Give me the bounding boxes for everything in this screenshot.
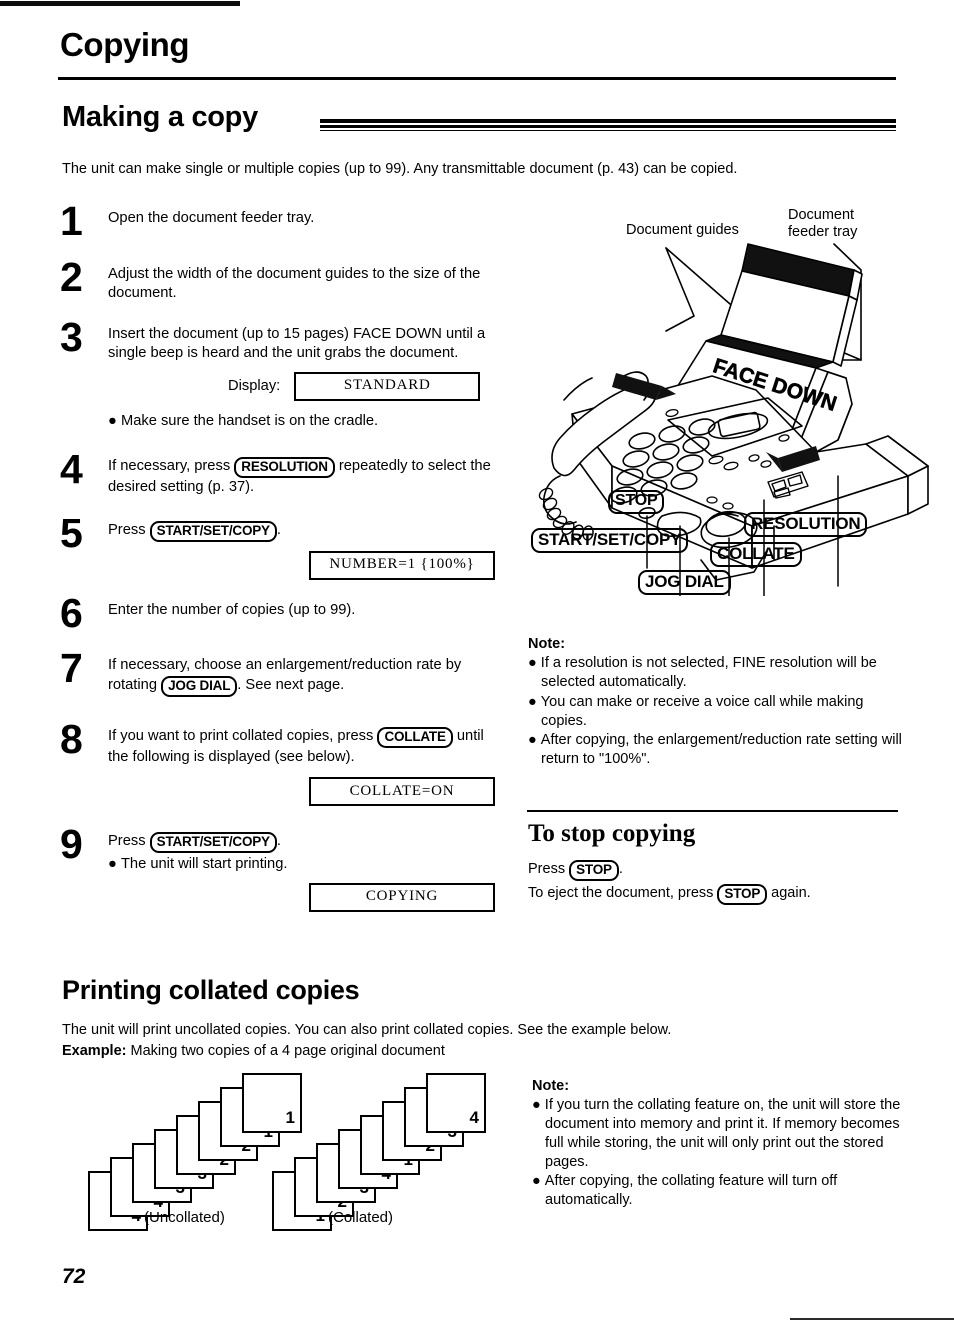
stop-copying-line-2: To eject the document, press STOP again. <box>528 883 908 905</box>
key-resolution[interactable]: RESOLUTION <box>234 457 335 479</box>
step-bullet: ● Make sure the handset is on the cradle… <box>108 412 379 429</box>
manual-page: Copying Making a copy The unit can make … <box>0 0 954 1322</box>
note-item-text: After copying, the enlargement/reduction… <box>540 732 902 768</box>
step-text-pre: If necessary, press <box>108 458 231 475</box>
collated-paragraph: The unit will print uncollated copies. Y… <box>62 1022 672 1038</box>
step-2: 2 Adjust the width of the document guide… <box>60 253 510 304</box>
lcd-display: COPYING <box>309 882 495 912</box>
note-item: ● After copying, the enlargement/reducti… <box>528 732 902 768</box>
key-jog-dial[interactable]: JOG DIAL <box>161 675 238 697</box>
step-number: 2 <box>60 253 83 300</box>
scan-artifact-bottom-rule <box>790 1318 954 1320</box>
stack-caption: (Uncollated) <box>144 1209 225 1226</box>
stack-uncollated: 4 4 3 3 2 2 1 1 (Uncollated) <box>88 1073 302 1231</box>
step-text: Adjust the width of the document guides … <box>108 265 481 302</box>
callout-key-stop[interactable]: STOP <box>608 490 665 514</box>
note-item-text: After copying, the collating feature wil… <box>544 1173 838 1209</box>
callout-key-collate[interactable]: COLLATE <box>710 542 802 568</box>
note-title: Note: <box>532 1078 570 1094</box>
lcd-display: NUMBER=1 {100%} <box>309 550 495 580</box>
step-9: 9 Press START/SET/COPY. ● The unit will … <box>60 821 510 912</box>
display-row: Display: STANDARD <box>108 371 508 401</box>
step-3: 3 Insert the document (up to 15 pages) F… <box>60 313 510 432</box>
stop-copying-body: Press STOP. To eject the document, press… <box>528 860 908 905</box>
stop-copying-heading: To stop copying <box>528 820 696 847</box>
chapter-title: Copying <box>60 26 190 63</box>
stop-copying-line2-post: again. <box>771 884 811 901</box>
display-label: Display: <box>228 377 281 394</box>
note-item: ● If you turn the collating feature on, … <box>532 1097 901 1170</box>
stack-sheet: 4 <box>426 1073 486 1133</box>
step-5: 5 Press START/SET/COPY. NUMBER=1 {100%} <box>60 509 510 580</box>
lcd-display: STANDARD <box>294 371 481 401</box>
step-8: 8 If you want to print collated copies, … <box>60 715 510 807</box>
key-stop[interactable]: STOP <box>569 860 619 881</box>
steps-list: 1 Open the document feeder tray. 2 Adjus… <box>60 198 510 912</box>
step-number: 5 <box>60 509 83 556</box>
note-item-text: If you turn the collating feature on, th… <box>544 1097 901 1170</box>
stack-caption: (Collated) <box>328 1209 394 1226</box>
stop-copying-line2-pre: To eject the document, press <box>528 884 714 901</box>
intro-paragraph: The unit can make single or multiple cop… <box>62 161 738 177</box>
step-bullet: ● The unit will start printing. <box>108 856 288 873</box>
step-number: 4 <box>60 446 83 493</box>
note-item-text: You can make or receive a voice call whi… <box>540 693 864 729</box>
callout-key-start-set-copy[interactable]: START/SET/COPY <box>531 528 689 554</box>
note-title: Note: <box>528 636 566 652</box>
step-text-pre: If you want to print collated copies, pr… <box>108 727 374 744</box>
step-1: 1 Open the document feeder tray. <box>60 198 510 244</box>
stop-copying-line-1: Press STOP. <box>528 860 908 881</box>
lcd-display: COLLATE=ON <box>309 777 495 807</box>
note-item: ● If a resolution is not selected, FINE … <box>528 655 877 690</box>
step-text-post: . <box>276 833 281 850</box>
step-text: Insert the document (up to 15 pages) FAC… <box>108 325 486 362</box>
step-text: Open the document feeder tray. <box>108 210 315 226</box>
step-bullet-text: Make sure the handset is on the cradle. <box>120 412 379 429</box>
key-collate[interactable]: COLLATE <box>377 726 453 748</box>
step-text-post: . See next page. <box>237 676 345 693</box>
callout-key-resolution[interactable]: RESOLUTION <box>744 512 868 538</box>
note-item: ● After copying, the collating feature w… <box>532 1173 838 1209</box>
step-bullet-text: The unit will start printing. <box>120 856 288 873</box>
step-number: 6 <box>60 589 83 636</box>
stack-collated: 1 2 3 4 1 2 3 4 (Collated) <box>272 1073 486 1231</box>
note-copying: Note: ● If a resolution is not selected,… <box>528 636 906 769</box>
scan-artifact-top-bar <box>0 1 240 6</box>
callout-key-jog-dial[interactable]: JOG DIAL <box>638 570 731 596</box>
step-text-pre: Press <box>108 521 146 538</box>
step-7: 7 If necessary, choose an enlargement/re… <box>60 645 510 697</box>
step-number: 3 <box>60 313 83 360</box>
step-number: 9 <box>60 821 83 868</box>
page-number: 72 <box>62 1265 86 1288</box>
step-4: 4 If necessary, press RESOLUTION repeate… <box>60 446 510 497</box>
example-label: Example: <box>62 1043 127 1059</box>
example-text: Making two copies of a 4 page original d… <box>130 1043 445 1059</box>
note-item-text: If a resolution is not selected, FINE re… <box>540 655 877 690</box>
step-text-pre: Press <box>108 833 146 850</box>
key-stop[interactable]: STOP <box>717 883 768 905</box>
note-divider-rule <box>527 810 898 812</box>
key-start-set-copy[interactable]: START/SET/COPY <box>149 832 277 854</box>
key-start-set-copy[interactable]: START/SET/COPY <box>149 520 277 542</box>
step-number: 1 <box>60 198 83 244</box>
sheet-number: 4 <box>469 1108 479 1127</box>
fax-machine-illustration: Document guides Document feeder tray FAC… <box>516 207 946 596</box>
step-number: 7 <box>60 645 83 692</box>
chapter-rule <box>58 77 896 80</box>
step-number: 8 <box>60 715 83 762</box>
stop-copying-line1-post: . <box>618 861 623 877</box>
collated-example: Example: Making two copies of a 4 page o… <box>62 1042 902 1062</box>
step-text-post: . <box>276 521 281 538</box>
step-text: Enter the number of copies (up to 99). <box>108 601 356 618</box>
section-heading-rules <box>320 119 896 131</box>
collated-heading: Printing collated copies <box>62 975 360 1005</box>
note-item: ● You can make or receive a voice call w… <box>528 693 864 729</box>
stop-copying-line1-pre: Press <box>528 861 566 877</box>
section-heading: Making a copy <box>62 101 258 133</box>
note-collated: Note: ● If you turn the collating featur… <box>532 1078 904 1210</box>
step-6: 6 Enter the number of copies (up to 99). <box>60 589 510 636</box>
